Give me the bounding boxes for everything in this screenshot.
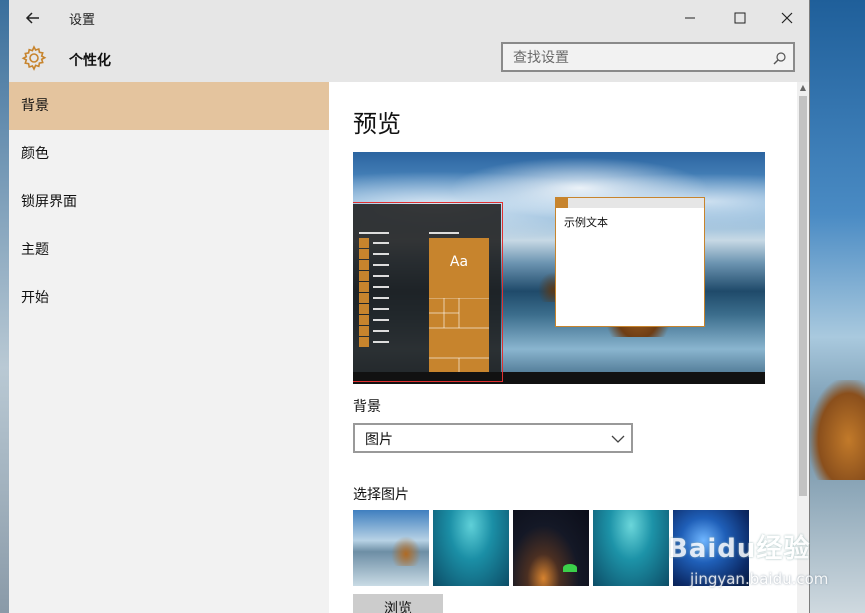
page-header: 个性化	[9, 36, 809, 82]
preview-sample-window: 示例文本	[555, 197, 705, 327]
maximize-icon[interactable]	[725, 4, 755, 32]
sidebar-item-label: 背景	[21, 98, 49, 114]
search-box[interactable]	[501, 42, 795, 72]
scrollbar-thumb[interactable]	[799, 96, 807, 496]
baidu-watermark: Baidu经验 jingyan.baidu.com	[660, 520, 830, 600]
browse-button[interactable]: 浏览	[353, 594, 443, 613]
thumb-rock	[391, 536, 421, 566]
sidebar-item-colors[interactable]: 颜色	[9, 130, 329, 178]
sidebar: 背景 颜色 锁屏界面 主题 开始	[9, 82, 329, 613]
preview-image: Aa 示例文本	[353, 152, 765, 384]
picture-thumbnail-beach[interactable]	[353, 510, 429, 586]
back-arrow-icon[interactable]	[21, 6, 45, 30]
picture-thumbnail-underwater-2[interactable]	[593, 510, 669, 586]
preview-heading: 预览	[353, 110, 401, 138]
sidebar-item-label: 颜色	[21, 146, 49, 162]
close-icon[interactable]	[772, 4, 802, 32]
sidebar-item-label: 主题	[21, 242, 49, 258]
sidebar-item-label: 锁屏界面	[21, 194, 77, 210]
search-input[interactable]	[503, 44, 775, 72]
window-title: 设置	[69, 13, 96, 28]
sidebar-item-start[interactable]: 开始	[9, 274, 329, 322]
picture-thumbnail-night-sky[interactable]	[513, 510, 589, 586]
scroll-up-icon[interactable]: ▲	[797, 82, 809, 94]
sample-window-accent	[556, 198, 568, 208]
minimize-icon[interactable]	[675, 4, 705, 32]
watermark-url: jingyan.baidu.com	[690, 570, 829, 588]
title-bar: 设置	[9, 0, 809, 36]
sidebar-item-lock-screen[interactable]: 锁屏界面	[9, 178, 329, 226]
page-title: 个性化	[69, 53, 111, 69]
choose-picture-label: 选择图片	[353, 487, 409, 503]
picture-thumbnail-underwater[interactable]	[433, 510, 509, 586]
chevron-down-icon	[611, 431, 625, 445]
gear-icon	[21, 45, 47, 71]
sample-window-bar	[556, 198, 704, 208]
sidebar-item-background[interactable]: 背景	[9, 82, 329, 130]
sample-window-text: 示例文本	[564, 216, 608, 229]
desktop-left-edge	[0, 0, 9, 613]
search-icon[interactable]	[773, 50, 787, 65]
highlight-annotation	[353, 202, 503, 382]
thumb-tent	[563, 564, 577, 572]
sidebar-item-themes[interactable]: 主题	[9, 226, 329, 274]
sidebar-item-label: 开始	[21, 290, 49, 306]
background-select-value: 图片	[365, 432, 393, 448]
background-label: 背景	[353, 399, 381, 415]
wallpaper-rock	[810, 380, 865, 480]
watermark-brand: Baidu经验	[668, 534, 811, 564]
background-select[interactable]: 图片	[353, 423, 633, 453]
